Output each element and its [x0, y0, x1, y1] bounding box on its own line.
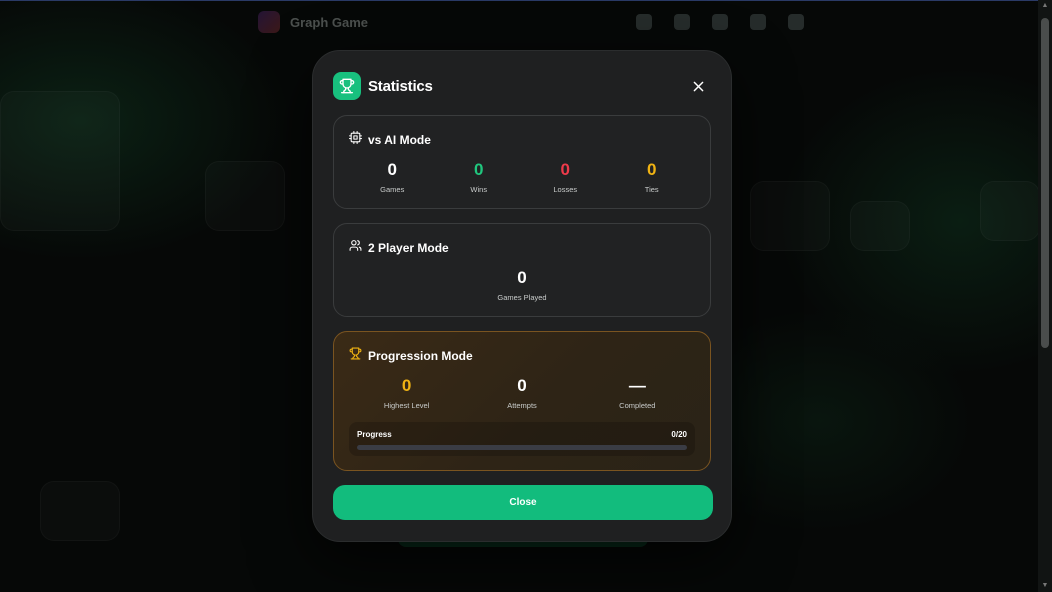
background-card: [0, 91, 120, 231]
header-icon: [712, 14, 728, 30]
stat-ties: 0 Ties: [622, 160, 682, 194]
background-header-icons: [636, 14, 804, 30]
modal-header: Statistics: [333, 71, 711, 101]
stat-value: 0: [517, 268, 527, 287]
trophy-icon: [349, 347, 362, 365]
stat-value: 0: [647, 160, 657, 179]
progression-header: Progression Mode: [349, 346, 695, 366]
stat-value: 0: [474, 160, 484, 179]
stat-label: Highest Level: [383, 401, 430, 410]
background-card: [205, 161, 285, 231]
stat-value: 0: [517, 376, 527, 395]
close-button[interactable]: Close: [333, 485, 713, 520]
stat-label: Ties: [644, 185, 659, 194]
modal-title: Statistics: [368, 77, 433, 95]
vs-ai-header: vs AI Mode: [349, 130, 695, 150]
cpu-icon: [349, 131, 362, 149]
progress-label: Progress: [357, 430, 392, 439]
trophy-icon: [333, 72, 361, 100]
stat-attempts: 0 Attempts: [492, 376, 552, 410]
stat-highest-level: 0 Highest Level: [377, 376, 437, 410]
background-card: [980, 181, 1040, 241]
stat-value: 0: [387, 160, 397, 179]
header-icon: [750, 14, 766, 30]
vs-ai-section: vs AI Mode 0 Games 0 Wins 0 Losses 0 Tie…: [333, 115, 711, 209]
scrollbar-thumb[interactable]: [1041, 18, 1049, 348]
two-player-section: 2 Player Mode 0 Games Played: [333, 223, 711, 317]
vs-ai-stats: 0 Games 0 Wins 0 Losses 0 Ties: [349, 160, 695, 194]
users-icon: [349, 239, 362, 257]
background-app-title: Graph Game: [290, 14, 369, 30]
header-icon: [788, 14, 804, 30]
two-player-title: 2 Player Mode: [368, 241, 449, 255]
two-player-header: 2 Player Mode: [349, 238, 695, 258]
background-brand: Graph Game: [258, 11, 368, 33]
app-logo: [258, 11, 280, 33]
background-header: Graph Game: [0, 2, 1038, 42]
scroll-up-icon[interactable]: ▲: [1041, 2, 1049, 10]
statistics-modal: Statistics vs AI Mode 0 Games 0 Wins 0 L…: [312, 50, 732, 542]
stat-games-played: 0 Games Played: [492, 268, 552, 302]
stat-losses: 0 Losses: [535, 160, 595, 194]
progress-box: Progress 0/20: [349, 422, 695, 456]
stat-value: —: [628, 376, 646, 395]
progression-section: Progression Mode 0 Highest Level 0 Attem…: [333, 331, 711, 471]
stat-label: Games: [380, 185, 405, 194]
header-icon: [636, 14, 652, 30]
stat-completed: — Completed: [607, 376, 667, 410]
header-icon: [674, 14, 690, 30]
background-card: [40, 481, 120, 541]
stat-value: 0: [560, 160, 570, 179]
background-card: [850, 201, 910, 251]
progress-header: Progress 0/20: [357, 430, 687, 439]
stat-label: Completed: [619, 401, 656, 410]
progress-count: 0/20: [671, 430, 687, 439]
stat-value: 0: [401, 376, 412, 395]
stat-label: Losses: [553, 185, 578, 194]
stat-games: 0 Games: [362, 160, 422, 194]
progression-stats: 0 Highest Level 0 Attempts — Completed: [349, 376, 695, 410]
scroll-down-icon[interactable]: ▼: [1041, 582, 1049, 590]
close-icon[interactable]: [688, 76, 708, 96]
progress-bar: [357, 445, 687, 450]
progression-title: Progression Mode: [368, 349, 473, 363]
two-player-stats: 0 Games Played: [349, 268, 695, 302]
stat-wins: 0 Wins: [449, 160, 509, 194]
vs-ai-title: vs AI Mode: [368, 133, 431, 147]
stat-label: Attempts: [507, 401, 537, 410]
stat-label: Games Played: [497, 293, 547, 302]
background-card: [750, 181, 830, 251]
stat-label: Wins: [470, 185, 488, 194]
page-scrollbar[interactable]: ▲ ▼: [1038, 0, 1052, 592]
